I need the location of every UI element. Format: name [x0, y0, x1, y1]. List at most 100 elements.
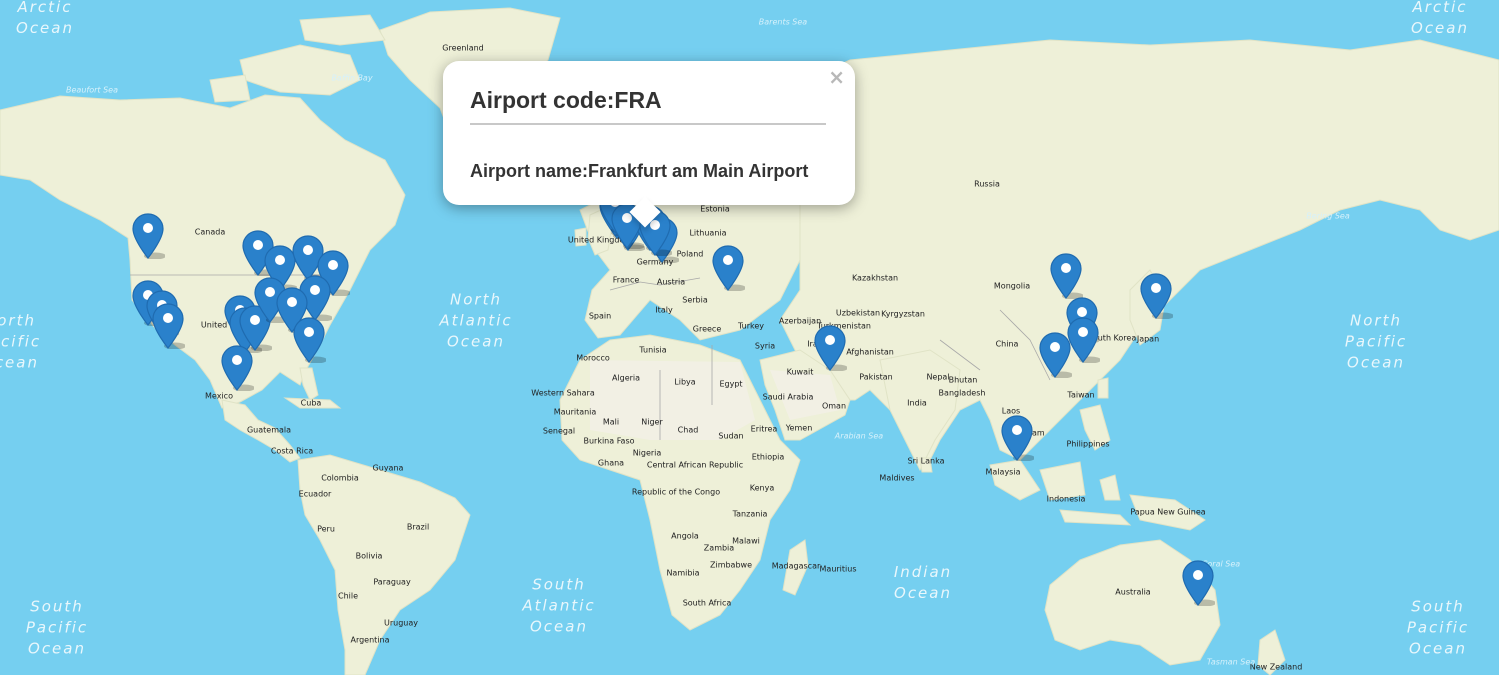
label-nigeria: Nigeria [632, 448, 662, 458]
label-niger: Niger [641, 417, 663, 427]
label-brazil: Brazil [406, 522, 430, 532]
label-yemen: Yemen [785, 423, 813, 433]
label-senegal: Senegal [542, 426, 576, 436]
label-zimbabwe: Zimbabwe [709, 560, 753, 570]
popup-close-button[interactable]: × [828, 65, 845, 89]
label-bangladesh: Bangladesh [938, 388, 986, 398]
airport-marker-icon[interactable] [292, 317, 326, 363]
label-taiwan: Taiwan [1067, 390, 1095, 400]
label-argentina: Argentina [350, 635, 390, 645]
label-eritrea: Eritrea [750, 424, 778, 434]
label-mauritius: Mauritius [819, 564, 857, 574]
label-india: India [907, 398, 927, 408]
airport-marker-icon[interactable] [131, 213, 165, 259]
airport-marker-icon[interactable] [1181, 560, 1215, 606]
label-tanzania: Tanzania [732, 509, 768, 519]
label-russia: Russia [974, 179, 1000, 189]
ocean-label-north-pacific-ocean: North Pacific Ocean [0, 311, 42, 372]
ocean-label-north-atlantic-ocean: North Atlantic Ocean [439, 290, 513, 351]
label-philippines: Philippines [1066, 439, 1110, 449]
label-morocco: Morocco [576, 353, 610, 363]
label-south-africa: South Africa [682, 598, 732, 608]
label-spain: Spain [588, 311, 612, 321]
ocean-label-south-pacific-ocean: South Pacific Ocean [1406, 597, 1470, 658]
label-tunisia: Tunisia [639, 345, 667, 355]
label-western-sahara: Western Sahara [531, 388, 595, 398]
label-kazakhstan: Kazakhstan [851, 273, 899, 283]
airport-marker-icon[interactable] [1038, 332, 1072, 378]
sea-label-arabian-sea: Arabian Sea [834, 431, 884, 441]
label-burkina-faso: Burkina Faso [583, 436, 635, 446]
world-map[interactable]: Greenland Canada Russia Kazakhstan Mongolia C… [0, 0, 1499, 675]
label-estonia: Estonia [700, 204, 730, 214]
label-maldives: Maldives [879, 473, 915, 483]
label-egypt: Egypt [719, 379, 743, 389]
label-greece: Greece [692, 324, 722, 334]
label-bolivia: Bolivia [355, 551, 383, 561]
label-new-zealand: New Zealand [1249, 662, 1303, 672]
airport-marker-icon[interactable] [220, 345, 254, 391]
label-central-african-republic: Central African Republic [646, 460, 744, 470]
label-guyana: Guyana [372, 463, 404, 473]
label-chad: Chad [677, 425, 699, 435]
airport-marker-icon[interactable] [711, 245, 745, 291]
label-kyrgyzstan: Kyrgyzstan [881, 309, 925, 319]
popup-divider [470, 123, 826, 125]
label-costa-rica: Costa Rica [270, 446, 314, 456]
label-sri-lanka: Sri Lanka [907, 456, 945, 466]
label-mongolia: Mongolia [993, 281, 1031, 291]
label-austria: Austria [656, 277, 686, 287]
ocean-label-arctic-ocean: Arctic Ocean [1411, 0, 1469, 37]
airport-marker-icon[interactable] [1139, 273, 1173, 319]
label-malaysia: Malaysia [985, 467, 1021, 477]
label-cuba: Cuba [300, 398, 322, 408]
label-sudan: Sudan [718, 431, 744, 441]
label-oman: Oman [821, 401, 847, 411]
ocean-label-north-pacific-ocean: North Pacific Ocean [1344, 311, 1408, 372]
label-ethiopia: Ethiopia [751, 452, 785, 462]
label-saudi-arabia: Saudi Arabia [762, 392, 814, 402]
sea-label-barents-sea: Barents Sea [758, 17, 808, 27]
label-nepal: Nepal [926, 372, 950, 382]
label-lithuania: Lithuania [689, 228, 727, 238]
label-zambia: Zambia [703, 543, 735, 553]
label-canada: Canada [194, 227, 226, 237]
airport-popup: × Airport code:FRA Airport name:Frankfur… [443, 61, 855, 228]
label-madagascar: Madagascar [771, 561, 821, 571]
ocean-label-arctic-ocean: Arctic Ocean [16, 0, 74, 37]
label-papua-new-guinea: Papua New Guinea [1130, 507, 1206, 517]
label-uruguay: Uruguay [384, 618, 418, 628]
label-ecuador: Ecuador [298, 489, 332, 499]
label-china: China [995, 339, 1019, 349]
airport-marker-icon[interactable] [813, 325, 847, 371]
label-libya: Libya [674, 377, 696, 387]
label-ghana: Ghana [597, 458, 625, 468]
label-peru: Peru [317, 524, 335, 534]
label-afghanistan: Afghanistan [846, 347, 894, 357]
label-mali: Mali [602, 417, 620, 427]
label-paraguay: Paraguay [373, 577, 411, 587]
sea-label-baffin-bay: Baffin Bay [331, 73, 373, 83]
label-bhutan: Bhutan [948, 375, 978, 385]
ocean-label-south-pacific-ocean: South Pacific Ocean [25, 597, 89, 658]
label-kenya: Kenya [749, 483, 775, 493]
sea-label-tasman-sea: Tasman Sea [1206, 657, 1256, 667]
label-syria: Syria [754, 341, 776, 351]
label-japan: Japan [1136, 334, 1160, 344]
sea-label-bering-sea: Bering Sea [1306, 211, 1350, 221]
label-mauritania: Mauritania [553, 407, 597, 417]
airport-marker-icon[interactable] [1049, 253, 1083, 299]
label-kuwait: Kuwait [786, 367, 814, 377]
label-algeria: Algeria [611, 373, 641, 383]
sea-label-beaufort-sea: Beaufort Sea [66, 85, 118, 95]
airport-marker-icon[interactable] [1000, 415, 1034, 461]
label-guatemala: Guatemala [246, 425, 292, 435]
label-mexico: Mexico [205, 391, 233, 401]
label-angola: Angola [671, 531, 699, 541]
airport-code-heading: Airport code:FRA [470, 87, 662, 113]
label-colombia: Colombia [321, 473, 359, 483]
airport-marker-icon[interactable] [151, 303, 185, 349]
label-poland: Poland [676, 249, 704, 259]
ocean-label-indian-ocean: Indian Ocean [893, 563, 953, 602]
label-malawi: Malawi [732, 536, 760, 546]
